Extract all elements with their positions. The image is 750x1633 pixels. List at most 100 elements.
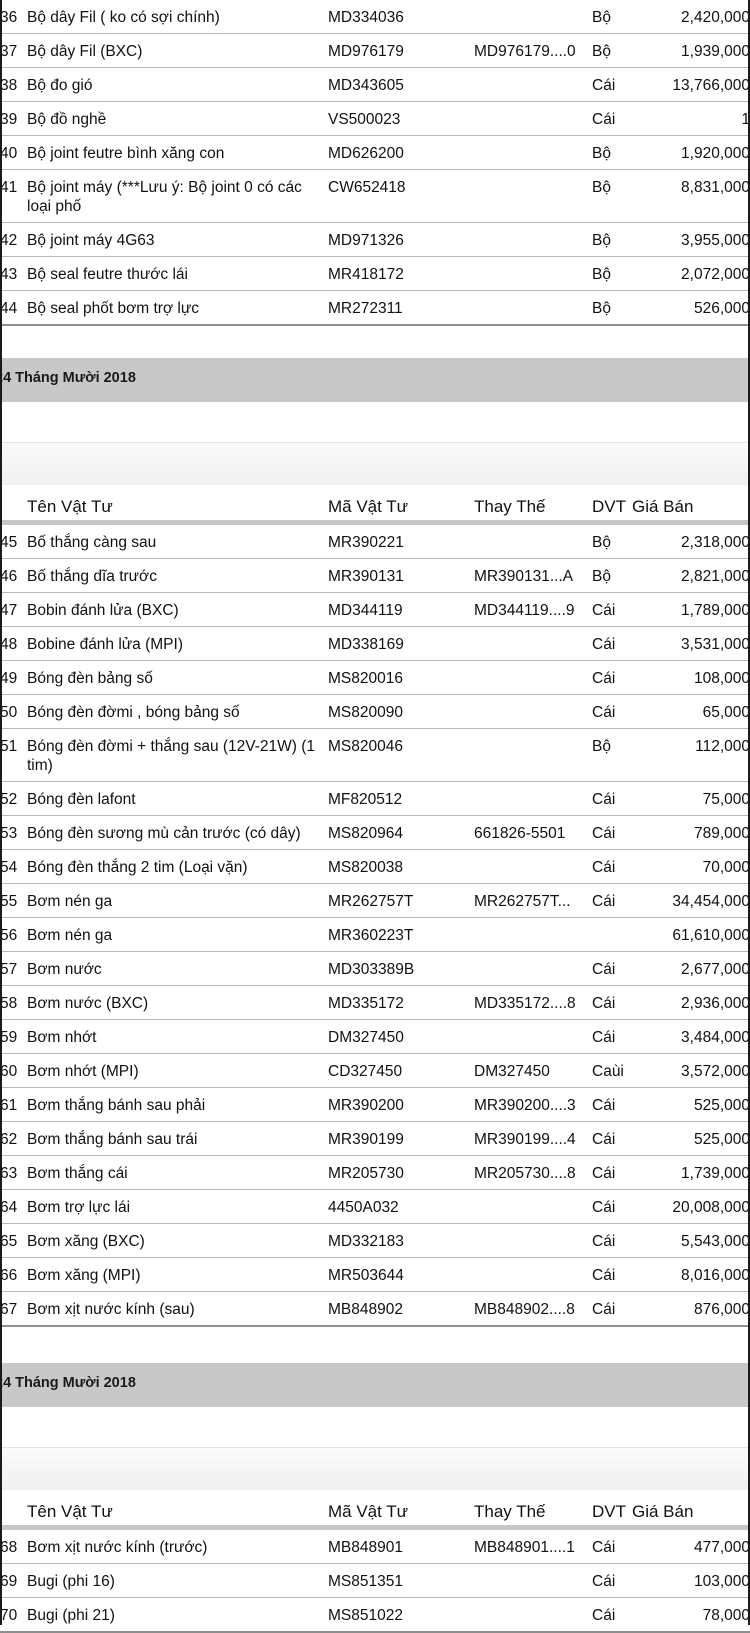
cell-thay-the [474,918,592,952]
cell-dvt: Cái [592,961,616,978]
table-row: 46 Bố thắng dĩa trước MR390131 MR390131...A… [0,559,750,593]
cell-gia-ban: 65,000 [702,704,750,721]
cell-dvt: Bộ [592,9,611,26]
table-row: 55 Bơm nén ga MR262757T MR262757T... Cái 34,4… [0,884,750,918]
cell-dvt: Cái [592,995,616,1012]
cell-ma-vat-tu: 4450A032 [328,1199,399,1216]
cell-gia-ban: 876,000 [693,1301,750,1318]
cell-ten-vat-tu: Bộ dây Fil ( ko có sợi chính) [27,9,220,26]
cell-dvt: Bộ [592,179,611,196]
cell-stt: 50 [0,704,18,721]
cell-dvt: Cái [592,893,616,910]
cell-ma-vat-tu: MD626200 [328,145,404,162]
cell-gia-ban: 1,789,000 [681,602,750,619]
cell-thay-the [474,523,592,559]
cell-ten-vat-tu: Bộ seal phốt bơm trợ lực [27,300,199,317]
cell-stt: 37 [0,43,18,60]
cell-ten-vat-tu: Bố thắng càng sau [27,534,157,551]
cell-dvt: Bộ [592,534,611,551]
cell-dvt: Cái [592,1539,616,1556]
header-ma-vat-tu: Mã Vật Tư [328,1493,474,1530]
cell-stt: 58 [0,995,18,1012]
cell-stt: 57 [0,961,18,978]
cell-dvt: Cái [592,1267,616,1284]
cell-ma-vat-tu: VS500023 [328,111,401,128]
cell-stt: 69 [0,1573,18,1590]
table-row: 48 Bobine đánh lửa (MPI) MD338169 Cái 3,531,… [0,627,750,661]
table-row: 69 Bugi (phi 16) MS851351 Cái 103,000 [0,1564,750,1598]
table-row: 38 Bộ đo gió MD343605 Cái 13,766,000 [0,68,750,102]
cell-gia-ban: 1,939,000 [681,43,750,60]
cell-gia-ban: 78,000 [702,1607,750,1624]
cell-thay-the: MD335172....8 [474,995,576,1012]
cell-ten-vat-tu: Bộ joint máy (***Lưu ý: Bộ joint 0 có cá… [27,179,302,215]
table-row: 62 Bơm thắng bánh sau trái MR390199 MR39019… [0,1122,750,1156]
cell-ma-vat-tu: MD971326 [328,232,404,249]
cell-gia-ban: 477,000 [693,1539,750,1556]
table-row: 61 Bơm thắng bánh sau phải MR390200 MR39020… [0,1088,750,1122]
cell-dvt: Bộ [592,145,611,162]
cell-gia-ban: 8,016,000 [681,1267,750,1284]
table-row: 58 Bơm nước (BXC) MD335172 MD335172....8 Cái… [0,986,750,1020]
cell-ten-vat-tu: Bobin đánh lửa (BXC) [27,602,179,619]
cell-thay-the [474,1564,592,1598]
cell-gia-ban: 526,000 [693,300,750,317]
cell-dvt: Cái [592,1131,616,1148]
cell-ten-vat-tu: Bơm xịt nước kính (sau) [27,1301,195,1318]
table-row: 42 Bộ joint máy 4G63 MD971326 Bộ 3,955,000 [0,223,750,257]
cell-thay-the: MR390200....3 [474,1097,576,1114]
cell-ma-vat-tu: MB848901 [328,1539,403,1556]
section-spacer [0,442,750,485]
parts-table-section-1: 36 Bộ dây Fil ( ko có sợi chính) MD334036 B… [0,0,750,326]
table-row: 36 Bộ dây Fil ( ko có sợi chính) MD334036 B… [0,0,750,34]
cell-ten-vat-tu: Bơm xăng (BXC) [27,1233,145,1250]
cell-ma-vat-tu: MD338169 [328,636,404,653]
cell-stt: 61 [0,1097,18,1114]
cell-thay-the [474,1224,592,1258]
cell-gia-ban: 2,677,000 [681,961,750,978]
table-row: 60 Bơm nhớt (MPI) CD327450 DM327450 Caùi 3,57… [0,1054,750,1088]
cell-dvt: Cái [592,1301,616,1318]
table-header-row: Tên Vật Tư Mã Vật Tư Thay Thế DVT Giá Bá… [0,1493,750,1530]
cell-dvt: Cái [592,1233,616,1250]
cell-dvt: Cái [592,602,616,619]
cell-stt: 51 [0,738,18,755]
header-gia-ban: Giá Bán [632,488,750,525]
cell-dvt: Bộ [592,568,611,585]
cell-stt: 70 [0,1607,18,1624]
cell-stt: 36 [0,9,18,26]
cell-thay-the: MB848902....8 [474,1301,575,1318]
cell-dvt [592,918,632,952]
cell-ten-vat-tu: Bơm nén ga [27,927,113,944]
parts-table-section-2: Tên Vật Tư Mã Vật Tư Thay Thế DVT Giá Bá… [0,488,750,1327]
cell-ten-vat-tu: Bơm thắng cái [27,1165,128,1182]
cell-ten-vat-tu: Bơm xăng (MPI) [27,1267,141,1284]
cell-gia-ban: 34,454,000 [672,893,750,910]
cell-stt: 66 [0,1267,18,1284]
table-row: 64 Bơm trợ lực lái 4450A032 Cái 20,008,000 [0,1190,750,1224]
cell-thay-the: MR262757T... [474,893,571,910]
cell-dvt: Cái [592,825,616,842]
table-row: 68 Bơm xịt nước kính (trước) MB848901 MB848… [0,1528,750,1564]
cell-gia-ban: 789,000 [693,825,750,842]
header-gia-ban: Giá Bán [632,1493,750,1530]
cell-ma-vat-tu: MR503644 [328,1267,404,1284]
table-row: 56 Bơm nén ga MR360223T 61,610,000 [0,918,750,952]
cell-gia-ban: 3,484,000 [681,1029,750,1046]
cell-ten-vat-tu: Bố thắng dĩa trước [27,568,157,585]
cell-dvt: Cái [592,77,616,94]
cell-stt: 48 [0,636,18,653]
cell-gia-ban: 1,739,000 [681,1165,750,1182]
cell-dvt: Cái [592,636,616,653]
cell-dvt: Cái [592,670,616,687]
cell-dvt: Cái [592,111,616,128]
cell-gia-ban: 2,420,000 [681,9,750,26]
cell-ten-vat-tu: Bobine đánh lửa (MPI) [27,636,183,653]
table-row: 65 Bơm xăng (BXC) MD332183 Cái 5,543,000 [0,1224,750,1258]
cell-thay-the [474,0,592,34]
cell-ma-vat-tu: DM327450 [328,1029,404,1046]
cell-gia-ban: 8,831,000 [681,179,750,196]
header-ten-vat-tu: Tên Vật Tư [27,1493,328,1530]
table-header-row: Tên Vật Tư Mã Vật Tư Thay Thế DVT Giá Bá… [0,488,750,525]
table-row: 37 Bộ dây Fil (BXC) MD976179 MD976179....0 B… [0,34,750,68]
